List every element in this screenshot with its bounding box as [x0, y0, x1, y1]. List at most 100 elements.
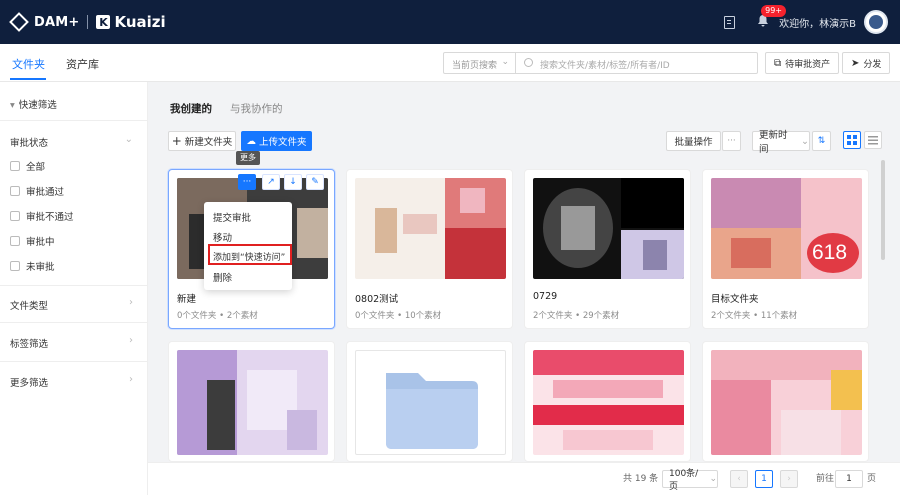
checkbox[interactable]: [10, 186, 20, 196]
chevron-down-icon[interactable]: ⌄: [125, 134, 133, 145]
folder-icon: [386, 373, 478, 449]
more-filter-label: 更多筛选: [10, 378, 49, 389]
scrollbar[interactable]: [881, 160, 885, 260]
chevron-down-icon: ⌄: [709, 474, 717, 484]
grid-view-button[interactable]: [843, 131, 861, 149]
batch-operation-button[interactable]: 批量操作: [666, 131, 721, 151]
menu-item-submit-approval[interactable]: 提交审批: [213, 210, 251, 224]
page-size-select[interactable]: 100条/页 ⌄: [662, 469, 718, 492]
folder-card[interactable]: [702, 341, 869, 462]
chevron-right-icon[interactable]: ›: [129, 335, 133, 346]
top-navigation-bar: DAM+ K Kuaizi 99+ 欢迎你，林演示B: [0, 0, 900, 44]
list-icon: [868, 136, 878, 145]
tab-folder[interactable]: 文件夹: [12, 56, 45, 72]
sort-select[interactable]: 更新时间 ⌄: [752, 130, 810, 155]
folder-name: 0729: [533, 291, 558, 302]
upload-folder-button[interactable]: ☁ 上传文件夹: [241, 131, 312, 151]
more-actions-button[interactable]: ···: [722, 131, 741, 151]
pagination: 共 19 条 100条/页 ⌄ ‹ 1 › 前往 1 页: [148, 462, 900, 495]
search-input[interactable]: 搜索文件夹/素材/标签/所有者/ID: [515, 52, 758, 74]
filter-option-in-review[interactable]: 审批中: [10, 234, 55, 248]
divider: [0, 361, 147, 362]
document-icon[interactable]: [724, 15, 736, 29]
menu-item-delete[interactable]: 删除: [213, 270, 232, 284]
folder-meta: 2个文件夹 • 11个素材: [711, 311, 798, 321]
folder-name: 新建: [177, 294, 197, 305]
plus-icon: +: [171, 134, 182, 148]
download-button[interactable]: ↓: [284, 174, 302, 190]
card-toolbar: ··· ↗ ↓ ✎: [238, 174, 324, 190]
page-number[interactable]: 1: [755, 470, 773, 488]
list-view-button[interactable]: [864, 131, 882, 149]
filter-option-rejected[interactable]: 审批不通过: [10, 209, 74, 223]
folder-meta: 2个文件夹 • 29个素材: [533, 311, 620, 321]
share-label: 分发: [863, 59, 882, 70]
folder-card[interactable]: 0729 2个文件夹 • 29个素材: [524, 169, 691, 329]
chevron-down-icon: ⌄: [501, 57, 509, 67]
folder-name: 0802测试: [355, 294, 399, 305]
quick-filter[interactable]: ▾ 快速筛选: [10, 97, 57, 111]
chevron-right-icon[interactable]: ›: [129, 297, 133, 308]
folder-card[interactable]: [168, 341, 335, 462]
folder-thumbnail: [711, 350, 862, 455]
edit-button[interactable]: ✎: [306, 174, 324, 190]
divider: [0, 322, 147, 323]
tooltip: 更多: [236, 151, 260, 165]
open-button[interactable]: ↗: [262, 174, 280, 190]
page-size-label: 100条/页: [669, 469, 699, 492]
goto-page-input[interactable]: 1: [835, 470, 863, 488]
option-label: 全部: [26, 162, 46, 173]
chevron-right-icon: ›: [787, 474, 791, 484]
share-button[interactable]: ➤ 分发: [842, 52, 891, 74]
new-folder-button[interactable]: + 新建文件夹: [168, 131, 236, 151]
menu-item-move[interactable]: 移动: [213, 230, 232, 244]
folder-card[interactable]: 618 目标文件夹 2个文件夹 • 11个素材: [702, 169, 869, 329]
sort-order-button[interactable]: ⇅: [812, 131, 831, 151]
prev-page-button[interactable]: ‹: [730, 470, 748, 488]
file-type-filter[interactable]: 文件类型: [10, 298, 48, 312]
next-page-button[interactable]: ›: [780, 470, 798, 488]
divider: [0, 285, 147, 286]
upload-cloud-icon: ☁: [246, 135, 256, 147]
divider: [0, 120, 147, 121]
filter-option-approved[interactable]: 审批通过: [10, 184, 64, 198]
tag-filter[interactable]: 标签筛选: [10, 336, 48, 350]
chevron-right-icon[interactable]: ›: [129, 374, 133, 385]
filter-icon: ▾: [10, 100, 15, 111]
tab-collaborating[interactable]: 与我协作的: [230, 101, 283, 116]
download-icon: ↓: [289, 177, 297, 187]
folder-card[interactable]: [346, 341, 513, 462]
filter-sidebar: ▾ 快速筛选 审批状态 ⌄ 全部 审批通过 审批不通过 审批中 未审批 文件类型 …: [0, 82, 148, 495]
tab-library[interactable]: 资产库: [66, 56, 99, 72]
checkbox[interactable]: [10, 161, 20, 171]
filter-option-all[interactable]: 全部: [10, 159, 45, 173]
pending-approval-label: 待审批资产: [785, 59, 831, 70]
folder-thumbnail: [177, 350, 328, 455]
kuaizi-logo-icon: K: [96, 15, 111, 29]
chevron-left-icon: ‹: [737, 474, 741, 484]
folder-card[interactable]: 0802测试 0个文件夹 • 10个素材: [346, 169, 513, 329]
current-page: 1: [761, 474, 767, 484]
checkbox[interactable]: [10, 211, 20, 221]
notification-bell[interactable]: 99+: [757, 4, 787, 31]
approval-status-header[interactable]: 审批状态: [10, 135, 48, 149]
option-label: 审批通过: [26, 187, 65, 198]
avatar[interactable]: [864, 10, 888, 34]
active-tab-indicator: [10, 78, 46, 80]
grid-icon: [847, 135, 857, 145]
more-filter[interactable]: 更多筛选: [10, 375, 48, 389]
pending-approval-button[interactable]: ⧉ 待审批资产: [765, 52, 840, 74]
sale-number: 618: [812, 241, 848, 264]
logo-divider: [87, 15, 89, 29]
checkbox[interactable]: [10, 261, 20, 271]
filter-option-unreviewed[interactable]: 未审批: [10, 259, 55, 273]
search-scope-select[interactable]: 当前页搜索 ⌄: [443, 52, 516, 74]
more-button[interactable]: ···: [238, 174, 256, 190]
logo[interactable]: DAM+ K Kuaizi: [9, 12, 166, 32]
folder-card[interactable]: [524, 341, 691, 462]
checkbox[interactable]: [10, 236, 20, 246]
sort-label: 更新时间: [759, 130, 788, 155]
folder-meta: 0个文件夹 • 2个素材: [177, 311, 258, 321]
tab-created-by-me[interactable]: 我创建的: [170, 101, 212, 116]
sort-icon: ⇅: [817, 136, 826, 146]
